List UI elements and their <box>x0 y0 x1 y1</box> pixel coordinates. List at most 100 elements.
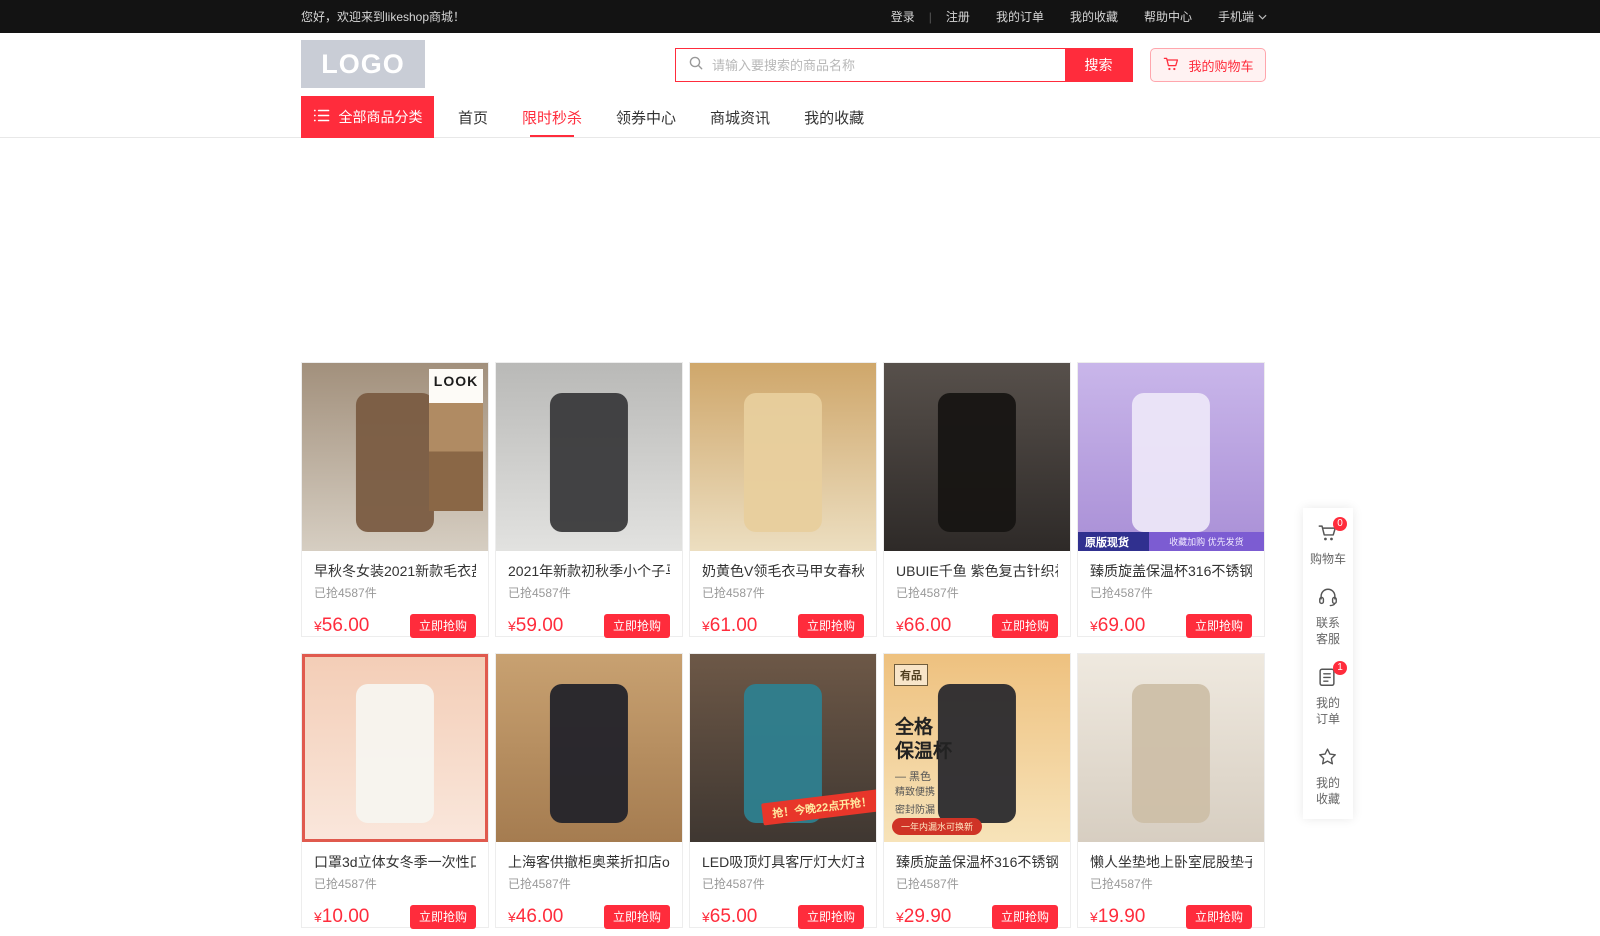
product-sold-count: 已抢4587件 <box>896 585 1058 602</box>
buy-now-button[interactable]: 立即抢购 <box>410 905 476 929</box>
product-price-row: ¥59.00 立即抢购 <box>508 614 670 638</box>
buy-now-button[interactable]: 立即抢购 <box>604 905 670 929</box>
buy-now-button[interactable]: 立即抢购 <box>992 905 1058 929</box>
nav-row: 全部商品分类 首页 限时秒杀 领券中心 商城资讯 我的收藏 <box>0 96 1600 138</box>
product-image: 有品全格 保温杯— 黑色精致便携 密封防漏 316不锈钢一年内漏水可换新 <box>884 654 1070 842</box>
product-card-1[interactable]: 2021年新款初秋季小个子马甲... 已抢4587件 ¥59.00 立即抢购 <box>495 362 683 637</box>
product-title: 臻质旋盖保温杯316不锈钢内胆... <box>1090 561 1252 581</box>
search-button[interactable]: 搜索 <box>1065 49 1132 81</box>
panel-item-3[interactable]: 我的 收藏 <box>1316 746 1340 807</box>
currency-symbol: ¥ <box>314 909 322 925</box>
product-image <box>690 363 876 551</box>
panel-item-1[interactable]: 联系 客服 <box>1316 586 1340 647</box>
product-title: 懒人坐垫地上卧室屁股垫子办... <box>1090 852 1252 872</box>
panel-item-label: 购物车 <box>1310 551 1346 567</box>
buy-now-button[interactable]: 立即抢购 <box>604 614 670 638</box>
currency-symbol: ¥ <box>702 909 710 925</box>
product-card-8[interactable]: 有品全格 保温杯— 黑色精致便携 密封防漏 316不锈钢一年内漏水可换新 臻质旋… <box>883 653 1071 928</box>
nav-item-2[interactable]: 领券中心 <box>614 107 678 128</box>
currency-symbol: ¥ <box>508 909 516 925</box>
all-categories-button[interactable]: 全部商品分类 <box>301 96 434 138</box>
product-card-6[interactable]: 上海客供撤柜奥莱折扣店outlets 已抢4587件 ¥46.00 立即抢购 <box>495 653 683 928</box>
product-price-row: ¥61.00 立即抢购 <box>702 614 864 638</box>
search-input[interactable] <box>712 58 1053 73</box>
currency-symbol: ¥ <box>508 618 516 634</box>
product-title: 2021年新款初秋季小个子马甲... <box>508 561 670 581</box>
buy-now-button[interactable]: 立即抢购 <box>992 614 1058 638</box>
product-title: 口罩3d立体女冬季一次性口罩 <box>314 852 476 872</box>
buy-now-button[interactable]: 立即抢购 <box>1186 614 1252 638</box>
product-card-3[interactable]: UBUIE千鱼 紫色复古针织衫马... 已抢4587件 ¥66.00 立即抢购 <box>883 362 1071 637</box>
nav-item-3[interactable]: 商城资讯 <box>708 107 772 128</box>
topbar-link-2[interactable]: 我的订单 <box>996 8 1044 25</box>
price-value: 69.00 <box>1098 615 1146 636</box>
product-photo-subject <box>938 393 1016 532</box>
product-sold-count: 已抢4587件 <box>508 876 670 893</box>
product-info: 上海客供撤柜奥莱折扣店outlets 已抢4587件 ¥46.00 立即抢购 <box>496 842 682 929</box>
buy-now-button[interactable]: 立即抢购 <box>798 614 864 638</box>
panel-item-0[interactable]: 0购物车 <box>1310 522 1346 567</box>
topbar-divider: | <box>929 10 932 24</box>
product-price: ¥10.00 <box>314 906 369 928</box>
buy-now-button[interactable]: 立即抢购 <box>798 905 864 929</box>
cart-icon <box>1162 55 1181 76</box>
product-info: 臻质旋盖保温杯316不锈钢内胆... 已抢4587件 ¥69.00 立即抢购 <box>1078 551 1264 638</box>
product-title: 奶黄色V领毛衣马甲女春秋慵懒... <box>702 561 864 581</box>
image-overlay-brand: 有品 <box>894 664 928 686</box>
product-card-9[interactable]: 懒人坐垫地上卧室屁股垫子办... 已抢4587件 ¥19.90 立即抢购 <box>1077 653 1265 928</box>
image-overlay-ttitle: 全格 保温杯 <box>895 716 952 764</box>
product-title: LED吸顶灯具客厅灯大灯主卧... <box>702 852 864 872</box>
product-title: UBUIE千鱼 紫色复古针织衫马... <box>896 561 1058 581</box>
product-image <box>302 654 488 842</box>
logo[interactable]: LOGO <box>301 40 425 88</box>
price-value: 46.00 <box>516 906 564 927</box>
product-card-0[interactable]: LOOK 早秋冬女装2021新款毛衣盐系... 已抢4587件 ¥56.00 立… <box>301 362 489 637</box>
topbar-link-4[interactable]: 帮助中心 <box>1144 8 1192 25</box>
headset-icon <box>1316 586 1340 610</box>
product-image: 抢！今晚22点开抢！ <box>690 654 876 842</box>
product-info: 2021年新款初秋季小个子马甲... 已抢4587件 ¥59.00 立即抢购 <box>496 551 682 638</box>
product-card-7[interactable]: 抢！今晚22点开抢！ LED吸顶灯具客厅灯大灯主卧... 已抢4587件 ¥65… <box>689 653 877 928</box>
product-sold-count: 已抢4587件 <box>896 876 1058 893</box>
product-card-2[interactable]: 奶黄色V领毛衣马甲女春秋慵懒... 已抢4587件 ¥61.00 立即抢购 <box>689 362 877 637</box>
product-sold-count: 已抢4587件 <box>508 585 670 602</box>
panel-item-label: 我的 订单 <box>1316 695 1340 727</box>
product-price-row: ¥19.90 立即抢购 <box>1090 905 1252 929</box>
buy-now-button[interactable]: 立即抢购 <box>1186 905 1252 929</box>
product-info: 早秋冬女装2021新款毛衣盐系... 已抢4587件 ¥56.00 立即抢购 <box>302 551 488 638</box>
product-card-5[interactable]: 口罩3d立体女冬季一次性口罩 已抢4587件 ¥10.00 立即抢购 <box>301 653 489 928</box>
topbar-link-label: 我的收藏 <box>1070 8 1118 25</box>
nav-item-4[interactable]: 我的收藏 <box>802 107 866 128</box>
product-price-row: ¥65.00 立即抢购 <box>702 905 864 929</box>
product-photo-subject <box>550 684 628 823</box>
product-image: LOOK <box>302 363 488 551</box>
product-price-row: ¥66.00 立即抢购 <box>896 614 1058 638</box>
nav-item-0[interactable]: 首页 <box>456 107 490 128</box>
topbar-link-0[interactable]: 登录 <box>891 8 915 25</box>
my-cart-button[interactable]: 我的购物车 <box>1150 48 1266 82</box>
all-categories-label: 全部商品分类 <box>339 107 423 127</box>
product-price: ¥65.00 <box>702 906 757 928</box>
product-image <box>884 363 1070 551</box>
product-price: ¥66.00 <box>896 615 951 637</box>
product-grid: LOOK 早秋冬女装2021新款毛衣盐系... 已抢4587件 ¥56.00 立… <box>301 362 1267 928</box>
buy-now-button[interactable]: 立即抢购 <box>410 614 476 638</box>
image-overlay-ribbonL: 原版现货 <box>1078 532 1149 551</box>
page: 您好，欢迎来到likeshop商城！ 登录|注册我的订单我的收藏帮助中心手机端 … <box>0 0 1600 936</box>
search-icon <box>688 55 704 76</box>
image-overlay-look: LOOK <box>429 369 483 511</box>
product-card-4[interactable]: 原版现货收藏加购 优先发货 臻质旋盖保温杯316不锈钢内胆... 已抢4587件… <box>1077 362 1265 637</box>
product-sold-count: 已抢4587件 <box>1090 876 1252 893</box>
product-info: 口罩3d立体女冬季一次性口罩 已抢4587件 ¥10.00 立即抢购 <box>302 842 488 929</box>
topbar-link-5[interactable]: 手机端 <box>1218 8 1267 25</box>
image-overlay-ribbonR: 收藏加购 优先发货 <box>1149 532 1264 551</box>
product-price: ¥29.90 <box>896 906 951 928</box>
panel-item-2[interactable]: 1我的 订单 <box>1316 666 1340 727</box>
product-info: 懒人坐垫地上卧室屁股垫子办... 已抢4587件 ¥19.90 立即抢购 <box>1078 842 1264 929</box>
topbar-link-3[interactable]: 我的收藏 <box>1070 8 1118 25</box>
product-image: 原版现货收藏加购 优先发货 <box>1078 363 1264 551</box>
product-image <box>496 654 682 842</box>
image-overlay-tsub: — 黑色 <box>895 768 931 784</box>
nav-item-1[interactable]: 限时秒杀 <box>520 107 584 128</box>
topbar-link-1[interactable]: 注册 <box>946 8 970 25</box>
